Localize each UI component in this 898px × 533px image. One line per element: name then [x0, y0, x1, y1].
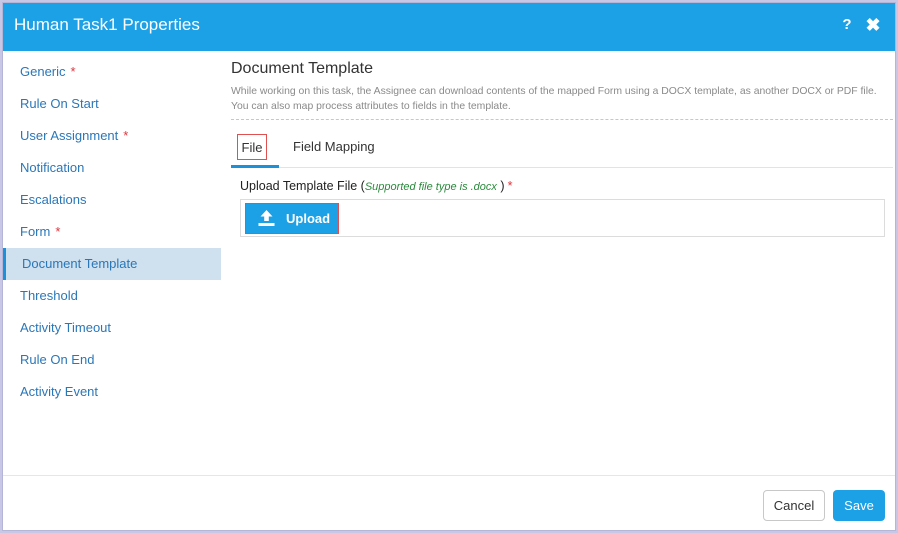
sidebar-item-rule-on-end[interactable]: Rule On End — [3, 344, 221, 376]
save-button[interactable]: Save — [833, 490, 885, 521]
upload-template-label: Upload Template File (Supported file typ… — [240, 179, 512, 193]
tab-file[interactable]: File — [237, 134, 267, 160]
sidebar-item-label: Form — [20, 224, 51, 239]
help-icon[interactable]: ? — [839, 16, 855, 36]
sidebar-item-label: User Assignment — [20, 128, 119, 143]
file-type-hint: Supported file type is .docx — [364, 181, 497, 193]
sidebar-item-user-assignment[interactable]: User Assignment * — [3, 120, 221, 152]
required-marker: * — [123, 128, 129, 143]
close-icon[interactable]: ✖ — [863, 15, 883, 37]
upload-field: Upload — [240, 199, 885, 237]
sidebar-item-label: Notification — [20, 160, 85, 175]
sidebar-item-label: Rule On End — [20, 352, 95, 367]
upload-icon — [257, 209, 276, 230]
sidebar-item-label: Activity Event — [20, 384, 99, 399]
sidebar-item-notification[interactable]: Notification — [3, 152, 221, 184]
sidebar-item-document-template[interactable]: Document Template — [3, 248, 221, 280]
section-description: While working on this task, the Assignee… — [231, 86, 877, 112]
dialog-title: Human Task1 Properties — [14, 15, 200, 34]
active-tab-indicator — [231, 165, 279, 168]
sidebar-item-form[interactable]: Form * — [3, 216, 221, 248]
sidebar-item-rule-on-start[interactable]: Rule On Start — [3, 88, 221, 120]
required-marker: * — [507, 179, 513, 193]
footer-divider — [3, 475, 895, 476]
sidebar-item-threshold[interactable]: Threshold — [3, 280, 221, 312]
sidebar-item-label: Generic — [20, 64, 66, 79]
sidebar-item-label: Activity Timeout — [20, 320, 112, 335]
sidebar-item-activity-timeout[interactable]: Activity Timeout — [3, 312, 221, 344]
properties-sidebar: Generic * Rule On Start User Assignment * … — [3, 51, 221, 475]
upload-button[interactable]: Upload — [245, 203, 339, 234]
required-marker: * — [55, 224, 61, 239]
dialog-titlebar: Human Task1 Properties ? ✖ — [3, 3, 895, 51]
sidebar-item-label: Escalations — [20, 192, 87, 207]
tab-field-mapping[interactable]: Field Mapping — [293, 134, 375, 160]
sidebar-item-escalations[interactable]: Escalations — [3, 184, 221, 216]
sidebar-item-activity-event[interactable]: Activity Event — [3, 376, 221, 408]
divider — [231, 119, 893, 120]
sidebar-item-label: Threshold — [20, 288, 78, 303]
upload-label-text: Upload Template File ( — [240, 179, 365, 193]
sidebar-item-generic[interactable]: Generic * — [3, 56, 221, 88]
properties-dialog: Human Task1 Properties ? ✖ Generic * Rule… — [2, 2, 896, 531]
cancel-button[interactable]: Cancel — [763, 490, 825, 521]
upload-label-end: ) — [496, 179, 505, 193]
page-title: Document Template — [231, 60, 373, 77]
tab-bar: File Field Mapping — [231, 129, 893, 168]
upload-button-label: Upload — [286, 211, 331, 226]
sidebar-item-label: Document Template — [22, 256, 138, 271]
required-marker: * — [70, 64, 76, 79]
sidebar-item-label: Rule On Start — [20, 96, 99, 111]
